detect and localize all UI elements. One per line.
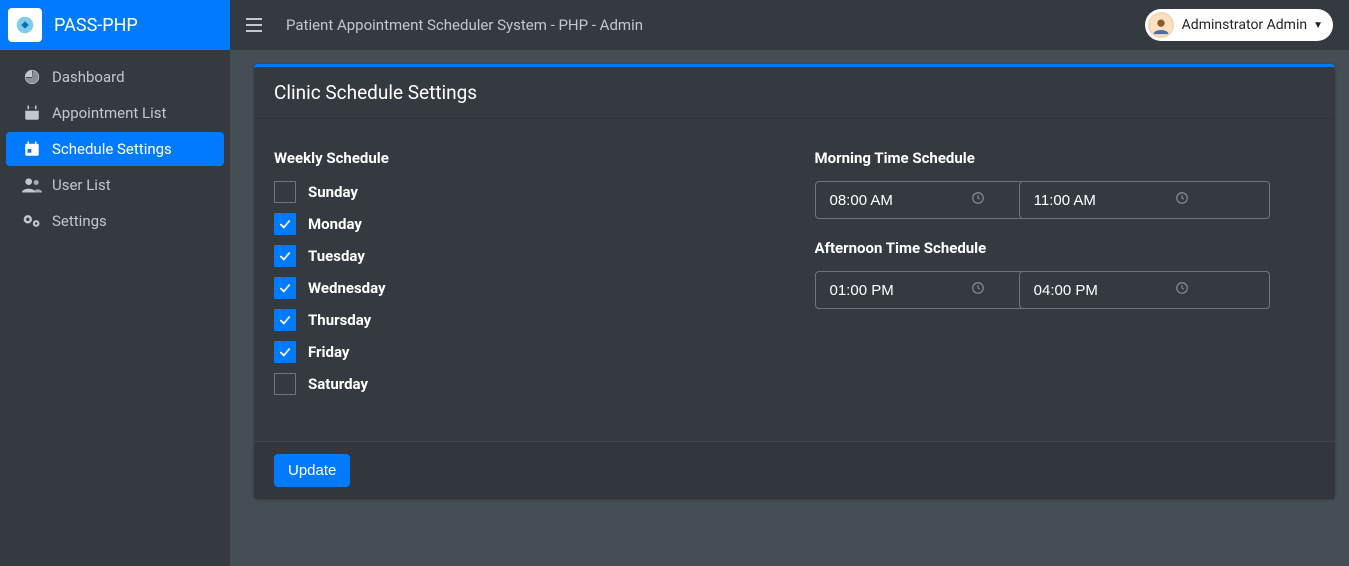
page-app-title: Patient Appointment Scheduler System - P… — [286, 16, 643, 34]
checkbox-icon — [274, 277, 296, 299]
day-label: Friday — [308, 343, 349, 361]
sidebar-item-label: Schedule Settings — [52, 140, 172, 158]
sidebar-item-label: Settings — [52, 212, 107, 230]
schedule-settings-card: Clinic Schedule Settings Weekly Schedule… — [254, 64, 1335, 499]
afternoon-schedule-label: Afternoon Time Schedule — [815, 239, 1316, 257]
day-checkbox-friday[interactable]: Friday — [274, 341, 775, 363]
sidebar-item-schedule-settings[interactable]: Schedule Settings — [6, 132, 224, 166]
weekly-schedule-column: Weekly Schedule Sunday Monday Tuesday We… — [274, 149, 775, 405]
morning-time-row: - — [815, 181, 1316, 219]
checkbox-icon — [274, 373, 296, 395]
day-checkbox-monday[interactable]: Monday — [274, 213, 775, 235]
day-label: Sunday — [308, 183, 358, 201]
update-button[interactable]: Update — [274, 454, 350, 487]
afternoon-to-input[interactable] — [1019, 271, 1270, 309]
day-label: Wednesday — [308, 279, 386, 297]
day-checkbox-wednesday[interactable]: Wednesday — [274, 277, 775, 299]
morning-to-input[interactable] — [1019, 181, 1270, 219]
sidebar-item-label: Dashboard — [52, 68, 125, 86]
sidebar-item-label: Appointment List — [52, 104, 166, 122]
card-body: Weekly Schedule Sunday Monday Tuesday We… — [254, 119, 1335, 441]
users-icon — [22, 176, 42, 194]
brand-bar: PASS-PHP — [0, 0, 230, 50]
checkbox-icon — [274, 213, 296, 235]
hamburger-icon — [246, 18, 262, 32]
sidebar-item-dashboard[interactable]: Dashboard — [6, 60, 224, 94]
sidebar-item-appointment-list[interactable]: Appointment List — [6, 96, 224, 130]
day-checkbox-thursday[interactable]: Thursday — [274, 309, 775, 331]
top-navbar: Patient Appointment Scheduler System - P… — [230, 0, 1349, 50]
sidebar: Dashboard Appointment List Schedule Sett… — [0, 50, 230, 566]
morning-schedule-label: Morning Time Schedule — [815, 149, 1316, 167]
day-label: Tuesday — [308, 247, 365, 265]
day-label: Monday — [308, 215, 362, 233]
day-label: Saturday — [308, 375, 368, 393]
day-checkbox-sunday[interactable]: Sunday — [274, 181, 775, 203]
sidebar-toggle-button[interactable] — [246, 18, 262, 32]
user-menu-button[interactable]: Adminstrator Admin ▼ — [1145, 9, 1333, 41]
checkbox-icon — [274, 309, 296, 331]
calendar-icon — [22, 104, 42, 122]
day-checkbox-tuesday[interactable]: Tuesday — [274, 245, 775, 267]
card-footer: Update — [254, 441, 1335, 499]
card-title: Clinic Schedule Settings — [254, 67, 1335, 119]
sidebar-item-label: User List — [52, 176, 111, 194]
day-checkbox-saturday[interactable]: Saturday — [274, 373, 775, 395]
time-schedule-column: Morning Time Schedule - — [815, 149, 1316, 405]
brand-title: PASS-PHP — [54, 15, 138, 36]
calendar-day-icon — [22, 140, 42, 158]
user-name-label: Adminstrator Admin — [1182, 17, 1307, 33]
dashboard-icon — [22, 68, 42, 86]
gears-icon — [22, 212, 42, 230]
main-content: Clinic Schedule Settings Weekly Schedule… — [230, 50, 1349, 566]
logo-icon — [14, 14, 36, 36]
checkbox-icon — [274, 341, 296, 363]
brand-logo — [8, 8, 42, 42]
sidebar-item-settings[interactable]: Settings — [6, 204, 224, 238]
sidebar-item-user-list[interactable]: User List — [6, 168, 224, 202]
afternoon-time-row: - — [815, 271, 1316, 309]
avatar — [1148, 12, 1174, 38]
avatar-icon — [1150, 14, 1172, 36]
weekly-schedule-label: Weekly Schedule — [274, 149, 775, 167]
checkbox-icon — [274, 181, 296, 203]
checkbox-icon — [274, 245, 296, 267]
day-label: Thursday — [308, 311, 371, 329]
chevron-down-icon: ▼ — [1313, 20, 1323, 31]
